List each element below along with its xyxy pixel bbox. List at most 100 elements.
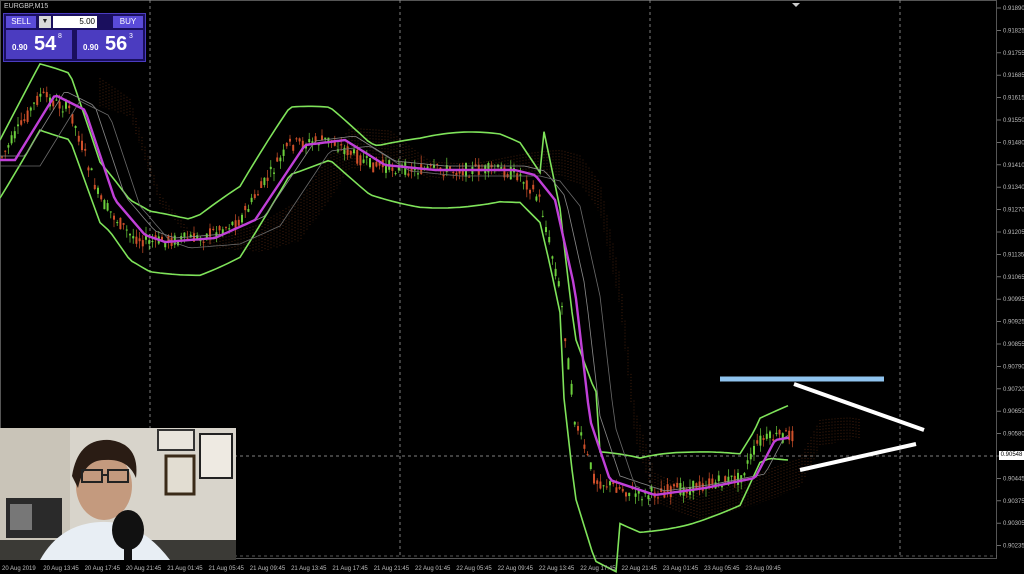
candle-body	[113, 215, 115, 220]
x-axis-label: 23 Aug 01:45	[663, 566, 699, 572]
candle-body	[58, 101, 61, 109]
sell-price-big: 54	[34, 33, 57, 55]
candle-body	[602, 485, 605, 487]
candle-body	[42, 91, 45, 93]
candle-body	[29, 107, 32, 111]
candle-body	[769, 431, 771, 439]
candle-body	[577, 426, 579, 431]
candle-body	[567, 358, 570, 370]
candle-body	[353, 149, 355, 154]
x-axis-label: 21 Aug 13:45	[291, 566, 327, 572]
candle-body	[532, 184, 535, 190]
x-axis-label: 21 Aug 09:45	[250, 566, 286, 572]
triangle-lower-line	[799, 442, 917, 472]
candle-body	[241, 214, 243, 223]
candle-body	[103, 200, 106, 210]
candle-body	[74, 125, 77, 129]
candle-body	[183, 232, 186, 237]
candle-body	[295, 138, 298, 140]
candle-body	[362, 159, 365, 163]
presenter-webcam	[0, 428, 236, 560]
candle-body	[90, 168, 93, 171]
x-axis-label: 23 Aug 05:45	[704, 566, 740, 572]
lot-size-input[interactable]: 5.00	[53, 16, 97, 28]
candle-body	[135, 236, 138, 244]
x-axis-label: 21 Aug 05:45	[209, 566, 245, 572]
candle-body	[276, 157, 279, 162]
candle-body	[628, 492, 631, 497]
candle-body	[759, 435, 762, 446]
candle-body	[394, 173, 397, 175]
candle-body	[71, 113, 74, 124]
x-axis-label: 22 Aug 01:45	[415, 566, 451, 572]
sell-price-box[interactable]: 0.90 54 8	[6, 30, 72, 59]
candle-body	[4, 150, 7, 152]
candle-body	[285, 142, 288, 147]
candle-body	[756, 440, 759, 444]
y-axis-label: 0.90235	[1003, 544, 1024, 550]
x-axis-label: 22 Aug 13:45	[539, 566, 575, 572]
candle-body	[538, 194, 541, 197]
candle-body	[615, 487, 618, 493]
candle-body	[247, 208, 250, 212]
bollinger-upper	[0, 62, 789, 459]
buy-button[interactable]: BUY	[113, 16, 143, 28]
candle-body	[1, 156, 3, 158]
y-axis-label: 0.91135	[1003, 252, 1024, 258]
candle-body	[244, 205, 247, 211]
candle-body	[417, 173, 419, 175]
candle-body	[561, 306, 563, 308]
candle-body	[365, 156, 368, 158]
y-axis-label: 0.91685	[1003, 73, 1024, 79]
candle-body	[609, 481, 611, 486]
candle-body	[641, 499, 643, 501]
candle-body	[266, 177, 269, 181]
candle-body	[717, 475, 720, 482]
buy-price-sup: 3	[129, 33, 133, 40]
candle-body	[93, 184, 96, 190]
candle-body	[583, 444, 586, 449]
y-axis-label: 0.90580	[1003, 432, 1024, 438]
buy-price-box[interactable]: 0.90 56 3	[77, 30, 143, 59]
candle-body	[148, 240, 151, 244]
candle-body	[570, 383, 573, 395]
candle-body	[151, 241, 154, 243]
x-axis-label: 22 Aug 09:45	[498, 566, 534, 572]
x-axis-label: 22 Aug 21:45	[622, 566, 658, 572]
candle-body	[106, 203, 109, 211]
y-axis-label: 0.90995	[1003, 297, 1024, 303]
y-axis-label: 0.91615	[1003, 96, 1024, 102]
candle-body	[522, 182, 525, 184]
candle-body	[39, 93, 42, 97]
candle-body	[545, 227, 547, 232]
candle-body	[778, 430, 781, 435]
candle-body	[196, 235, 199, 239]
candle-body	[529, 189, 531, 194]
candle-body	[125, 229, 128, 231]
candle-body	[673, 484, 675, 487]
candle-body	[721, 485, 723, 488]
y-axis-label: 0.91340	[1003, 185, 1024, 191]
candle-body	[36, 95, 39, 105]
candle-body	[119, 217, 122, 230]
candle-body	[218, 226, 221, 231]
candle-body	[250, 197, 253, 203]
candle-body	[375, 161, 378, 167]
candle-body	[772, 439, 775, 441]
candle-body	[269, 166, 272, 170]
x-axis-label: 21 Aug 17:45	[332, 566, 368, 572]
candle-body	[452, 171, 455, 173]
candle-body	[77, 135, 80, 142]
x-axis-label: 21 Aug 21:45	[374, 566, 410, 572]
symbol-label: EURGBP,M15	[4, 3, 49, 10]
candle-body	[10, 135, 13, 144]
candle-body	[730, 475, 733, 477]
candle-body	[426, 166, 429, 169]
lot-dropdown-icon[interactable]: ▼	[39, 16, 51, 28]
candle-body	[458, 171, 461, 174]
sell-button[interactable]: SELL	[6, 16, 36, 28]
candle-body	[455, 172, 458, 176]
candle-body	[343, 147, 346, 155]
candle-body	[308, 139, 311, 143]
x-axis-label: 21 Aug 01:45	[167, 566, 203, 572]
